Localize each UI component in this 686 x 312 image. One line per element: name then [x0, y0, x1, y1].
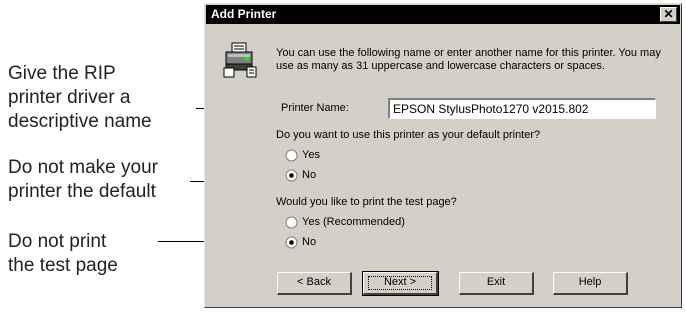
default-yes-label[interactable]: Yes — [302, 149, 320, 161]
default-printer-question: Do you want to use this printer as your … — [276, 129, 541, 141]
test-no-radio[interactable] — [285, 236, 298, 249]
callout-line: printer driver a — [8, 87, 131, 108]
printer-name-label: Printer Name: — [281, 102, 349, 114]
back-button-label: < Back — [297, 276, 331, 288]
printer-icon — [223, 42, 257, 78]
next-button[interactable]: Next > — [362, 271, 439, 296]
close-button[interactable]: ✕ — [660, 7, 677, 22]
callout-descriptive-name: Give the RIP printer driver a descriptiv… — [8, 62, 152, 134]
test-no-label[interactable]: No — [302, 236, 316, 248]
callout-not-default: Do not make your printer the default — [8, 156, 158, 204]
default-yes-radio[interactable] — [285, 149, 298, 162]
exit-button[interactable]: Exit — [459, 272, 534, 295]
dialog-title: Add Printer — [211, 7, 277, 21]
callout-no-test-page: Do not print the test page — [8, 230, 118, 278]
close-icon: ✕ — [663, 7, 674, 21]
callout-line: printer the default — [8, 181, 156, 202]
callout-line: Give the RIP — [8, 63, 116, 84]
test-yes-radio[interactable] — [285, 216, 298, 229]
test-page-question: Would you like to print the test page? — [276, 196, 457, 208]
printer-name-input[interactable]: EPSON StylusPhoto1270 v2015.802 — [388, 98, 656, 119]
test-yes-label[interactable]: Yes (Recommended) — [302, 216, 405, 228]
callout-line: Do not print — [8, 231, 107, 252]
default-no-label[interactable]: No — [302, 169, 316, 181]
default-no-radio[interactable] — [285, 169, 298, 182]
help-button[interactable]: Help — [553, 272, 628, 295]
callout-line: Do not make your — [8, 157, 158, 178]
intro-text: You can use the following name or enter … — [276, 47, 661, 72]
add-printer-dialog: Add Printer ✕ You can use the following … — [204, 3, 682, 308]
callout-line: the test page — [8, 255, 118, 276]
help-button-label: Help — [578, 276, 602, 288]
callout-line: descriptive name — [8, 111, 152, 132]
back-button[interactable]: < Back — [277, 272, 352, 295]
title-bar: Add Printer ✕ — [206, 5, 680, 24]
focus-rect — [368, 276, 432, 290]
exit-button-label: Exit — [486, 276, 506, 288]
